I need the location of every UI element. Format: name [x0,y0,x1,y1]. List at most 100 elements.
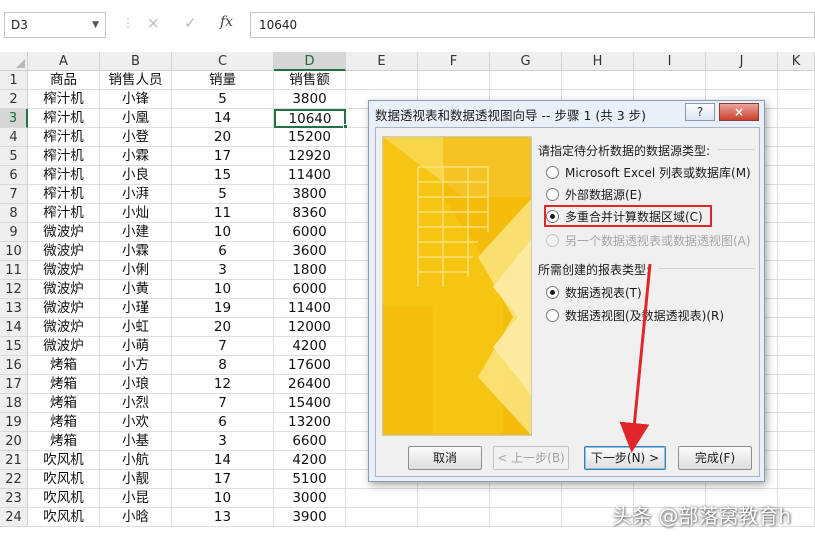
row-header-11[interactable]: 11 [0,261,28,280]
cell-d16[interactable]: 17600 [274,356,346,375]
row-header-24[interactable]: 24 [0,508,28,527]
cell-a10[interactable]: 微波炉 [28,242,100,261]
cell-d8[interactable]: 8360 [274,204,346,223]
cell-k5[interactable] [778,147,815,166]
cell-k21[interactable] [778,451,815,470]
cell-b14[interactable]: 小虹 [100,318,172,337]
cell-d9[interactable]: 6000 [274,223,346,242]
cell-c3[interactable]: 14 [172,109,274,128]
cell-d24[interactable]: 3900 [274,508,346,527]
cell-a19[interactable]: 烤箱 [28,413,100,432]
column-header-b[interactable]: B [100,52,172,71]
radio-pivot-chart[interactable]: 数据透视图(及数据透视表)(R) [546,306,724,324]
cell-k8[interactable] [778,204,815,223]
cell-k10[interactable] [778,242,815,261]
cell-b6[interactable]: 小良 [100,166,172,185]
cell-k9[interactable] [778,223,815,242]
cell-a17[interactable]: 烤箱 [28,375,100,394]
cell-b4[interactable]: 小登 [100,128,172,147]
row-header-15[interactable]: 15 [0,337,28,356]
cell-a12[interactable]: 微波炉 [28,280,100,299]
cell-c23[interactable]: 10 [172,489,274,508]
close-button[interactable]: × [719,103,759,121]
cell-a15[interactable]: 微波炉 [28,337,100,356]
cell-k18[interactable] [778,394,815,413]
column-header-h[interactable]: H [562,52,634,71]
radio-dot[interactable] [546,187,559,201]
cell-b10[interactable]: 小霖 [100,242,172,261]
cell-c24[interactable]: 13 [172,508,274,527]
cell-f23[interactable] [418,489,490,508]
cell-b12[interactable]: 小黄 [100,280,172,299]
cell-k3[interactable] [778,109,815,128]
cell-g1[interactable] [490,71,562,90]
cell-a8[interactable]: 榨汁机 [28,204,100,223]
row-header-13[interactable]: 13 [0,299,28,318]
radio-external-source[interactable]: 外部数据源(E) [546,185,642,203]
radio-dot[interactable] [546,165,559,179]
row-header-22[interactable]: 22 [0,470,28,489]
cell-c6[interactable]: 15 [172,166,274,185]
row-header-16[interactable]: 16 [0,356,28,375]
cell-c21[interactable]: 14 [172,451,274,470]
cell-d10[interactable]: 3600 [274,242,346,261]
row-header-18[interactable]: 18 [0,394,28,413]
cell-a3[interactable]: 榨汁机 [28,109,100,128]
row-header-3[interactable]: 3 [0,109,28,128]
cell-b15[interactable]: 小萌 [100,337,172,356]
cell-a7[interactable]: 榨汁机 [28,185,100,204]
cell-b11[interactable]: 小俐 [100,261,172,280]
cell-c19[interactable]: 6 [172,413,274,432]
cell-k16[interactable] [778,356,815,375]
cell-d23[interactable]: 3000 [274,489,346,508]
row-header-8[interactable]: 8 [0,204,28,223]
cell-k7[interactable] [778,185,815,204]
cell-b9[interactable]: 小建 [100,223,172,242]
cell-b23[interactable]: 小昆 [100,489,172,508]
cell-d1[interactable]: 销售额 [274,71,346,90]
cell-b5[interactable]: 小霖 [100,147,172,166]
cell-a6[interactable]: 榨汁机 [28,166,100,185]
cell-a4[interactable]: 榨汁机 [28,128,100,147]
cell-i1[interactable] [634,71,706,90]
cell-d22[interactable]: 5100 [274,470,346,489]
cell-d17[interactable]: 26400 [274,375,346,394]
cell-k14[interactable] [778,318,815,337]
column-header-i[interactable]: I [634,52,706,71]
radio-excel-list[interactable]: Microsoft Excel 列表或数据库(M) [546,163,751,181]
cell-c1[interactable]: 销量 [172,71,274,90]
cell-k2[interactable] [778,90,815,109]
column-header-a[interactable]: A [28,52,100,71]
cell-d13[interactable]: 11400 [274,299,346,318]
cell-a11[interactable]: 微波炉 [28,261,100,280]
cell-a2[interactable]: 榨汁机 [28,90,100,109]
cell-c22[interactable]: 17 [172,470,274,489]
chevron-down-icon[interactable]: ▼ [92,13,99,37]
cell-c11[interactable]: 3 [172,261,274,280]
row-header-19[interactable]: 19 [0,413,28,432]
row-header-5[interactable]: 5 [0,147,28,166]
row-header-14[interactable]: 14 [0,318,28,337]
enter-icon[interactable]: ✓ [184,14,197,32]
cell-d4[interactable]: 15200 [274,128,346,147]
cancel-icon[interactable]: × [147,14,160,32]
cell-f1[interactable] [418,71,490,90]
row-header-6[interactable]: 6 [0,166,28,185]
cell-d18[interactable]: 15400 [274,394,346,413]
cell-c7[interactable]: 5 [172,185,274,204]
cell-d7[interactable]: 3800 [274,185,346,204]
cell-b24[interactable]: 小晗 [100,508,172,527]
column-header-g[interactable]: G [490,52,562,71]
column-header-c[interactable]: C [172,52,274,71]
cell-a13[interactable]: 微波炉 [28,299,100,318]
cell-k20[interactable] [778,432,815,451]
cell-b7[interactable]: 小湃 [100,185,172,204]
cell-b8[interactable]: 小灿 [100,204,172,223]
cell-a5[interactable]: 榨汁机 [28,147,100,166]
cell-e1[interactable] [346,71,418,90]
cell-k15[interactable] [778,337,815,356]
row-header-9[interactable]: 9 [0,223,28,242]
cell-b13[interactable]: 小瑾 [100,299,172,318]
next-button[interactable]: 下一步(N) > [584,446,666,470]
cell-c20[interactable]: 3 [172,432,274,451]
